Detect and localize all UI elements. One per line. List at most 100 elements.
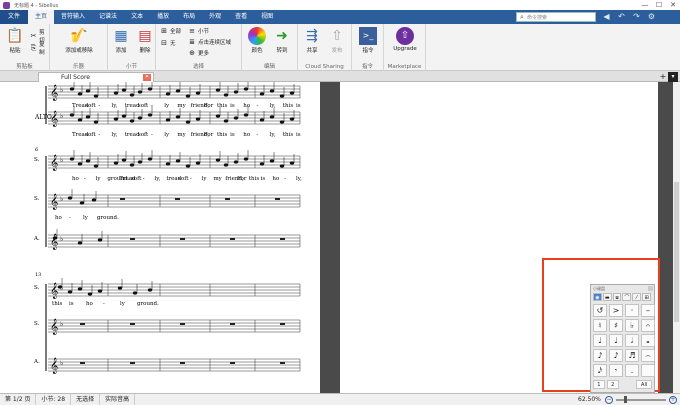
upgrade-button[interactable]: ⇧ Upgrade — [390, 27, 420, 52]
whole-rest — [80, 323, 85, 325]
note-head — [69, 113, 75, 117]
add-bar-button[interactable]: ▦ 添加 — [108, 27, 134, 54]
note-head — [129, 93, 135, 97]
tab-appearance[interactable]: 外观 — [202, 10, 228, 24]
paste-button[interactable]: 📋 粘贴 — [2, 27, 28, 54]
delete-bar-button[interactable]: ▤ 删除 — [132, 27, 158, 54]
tab-file[interactable]: 文件 — [0, 10, 29, 24]
select-passage-button[interactable]: ≣ 点击连续区域 — [188, 38, 231, 46]
keypad-tab-common[interactable]: ◉ — [593, 293, 602, 301]
lyric-syllable: ly — [202, 176, 208, 182]
tab-note-input[interactable]: 音符输入 — [54, 10, 92, 24]
keypad-key[interactable]: ♩ — [609, 334, 623, 347]
scrollbar-thumb[interactable] — [674, 182, 679, 322]
voice-1-button[interactable]: 1 — [593, 380, 605, 389]
keypad-voices: 1 2 All — [593, 380, 652, 389]
clipboard-group: 📋 粘贴 ✂ 剪切 ⎘ 复制 剪贴板 — [0, 24, 50, 71]
treble-clef: 𝄞 — [50, 155, 58, 171]
go-to-button[interactable]: ➜ 转到 — [269, 27, 295, 54]
select-none-button[interactable]: ⊟ 无 — [160, 39, 175, 47]
tab-play[interactable]: 播放 — [150, 10, 176, 24]
keypad-key[interactable]: 𝅗𝅥 — [625, 334, 639, 347]
keypad-key[interactable]: ♬ — [625, 349, 639, 362]
score-notes — [52, 82, 295, 364]
keypad-key[interactable]: ♯ — [609, 319, 623, 332]
tab-text[interactable]: 文本 — [124, 10, 150, 24]
key-signature-flat: ♭ — [60, 235, 63, 243]
keypad-key[interactable]: 𝄐 — [641, 319, 655, 332]
keypad-key[interactable]: . — [625, 364, 639, 377]
lyric-syllable: soft — [178, 176, 189, 182]
keypad-panel[interactable]: 小键盘 ◉ ▬ ⧈ ⌒ ⁄ ⊞ ↺ > · – ♮ ♯ ♭ 𝄐 ♩ ♩ 𝅗𝅥 𝅝 ♪ ♪ ♬ ⌢ 𝅘𝅥𝅯 𝄾. 1… — [590, 284, 655, 393]
keypad-key[interactable]: 𝄾 — [609, 364, 623, 377]
note-head — [215, 158, 221, 162]
score-svg: 𝄞♭𝄞♭𝄞♭𝄞♭𝄞♭𝄞♭𝄞♭𝄞♭ ALTO 6 S. S. A. 13 S. S… — [33, 82, 302, 374]
keypad-key[interactable]: 𝅘𝅥𝅯 — [593, 364, 607, 377]
keypad-tab-articulations[interactable]: ⌒ — [622, 293, 632, 301]
tab-notations[interactable]: 记谱法 — [92, 10, 124, 24]
score-page-1[interactable]: 𝄞♭𝄞♭𝄞♭𝄞♭𝄞♭𝄞♭𝄞♭𝄞♭ ALTO 6 S. S. A. 13 S. S… — [0, 82, 320, 393]
note-head — [259, 118, 265, 122]
keypad-tab-jazz[interactable]: ⁄ — [632, 293, 642, 301]
keypad-tab-beams[interactable]: ⧈ — [612, 293, 622, 301]
keypad-key[interactable]: ♪ — [593, 349, 607, 362]
keypad-close-icon[interactable] — [648, 286, 653, 291]
close-tab-icon[interactable]: ✕ — [143, 74, 151, 81]
keypad-tab-accidentals[interactable]: ⊞ — [642, 293, 651, 301]
zoom-in-icon[interactable]: + — [669, 396, 677, 404]
tab-home[interactable]: 主页 — [28, 10, 55, 24]
keypad-key[interactable]: ♮ — [593, 319, 607, 332]
close-button[interactable]: ✕ — [666, 0, 680, 10]
keypad-key[interactable]: · — [625, 304, 639, 317]
keypad-key[interactable]: ♪ — [609, 349, 623, 362]
back-icon[interactable]: ◀ — [600, 11, 613, 23]
select-all-button[interactable]: ⊞ 全部 — [160, 27, 181, 35]
zoom-slider[interactable] — [616, 396, 666, 403]
ribbon: 📋 粘贴 ✂ 剪切 ⎘ 复制 剪贴板 🎷 添加或移除 乐器 ▦ 添加 ▤ 删除 小节 — [0, 24, 680, 71]
voice-2-button[interactable]: 2 — [606, 380, 619, 389]
select-more-button[interactable]: ⊕ 更多 — [188, 49, 209, 57]
bars-group: ▦ 添加 ▤ 删除 小节 — [108, 24, 156, 71]
keypad-key[interactable] — [641, 364, 655, 377]
options-icon[interactable]: ⚙ — [645, 11, 658, 23]
keypad-key[interactable]: > — [609, 304, 623, 317]
minimize-button[interactable]: — — [638, 0, 652, 10]
keypad-key[interactable]: – — [641, 304, 655, 317]
command-search[interactable]: ⌕ 命令搜索 — [516, 12, 596, 22]
window-controls: — ☐ ✕ — [638, 0, 680, 10]
command-button[interactable]: >_ 指令 — [355, 27, 381, 54]
redo-icon[interactable]: ↷ — [630, 11, 643, 23]
lyric-syllable: - — [69, 215, 71, 221]
sibelius-window: 无标题 4 - Sibelius — ☐ ✕ 文件 主页 音符输入 记谱法 文本… — [0, 0, 680, 405]
zoom-out-icon[interactable]: − — [605, 396, 613, 404]
lyric-syllable: is — [230, 132, 235, 138]
voice-all-button[interactable]: All — [636, 380, 652, 389]
note-head — [185, 94, 191, 98]
note-head — [93, 120, 99, 124]
add-remove-instruments-button[interactable]: 🎷 添加或移除 — [60, 27, 98, 54]
keypad-tab-more-notes[interactable]: ▬ — [602, 293, 612, 301]
tab-review[interactable]: 查看 — [228, 10, 254, 24]
tab-menu-button[interactable]: ▾ — [668, 72, 678, 82]
copy-button[interactable]: ⎘ 复制 — [30, 40, 49, 56]
publish-button[interactable]: ⇧ 发布 — [324, 27, 350, 54]
keypad-key[interactable]: 𝅝 — [641, 334, 655, 347]
keypad-key[interactable]: ♭ — [625, 319, 639, 332]
tab-full-score[interactable]: Full Score ✕ — [38, 72, 154, 82]
undo-icon[interactable]: ↶ — [615, 11, 628, 23]
keypad-key[interactable]: ⌢ — [641, 349, 655, 362]
keypad-key[interactable]: ↺ — [593, 304, 607, 317]
select-bar-button[interactable]: ≡ 小节 — [188, 27, 209, 35]
add-tab-button[interactable]: + — [658, 72, 668, 81]
maximize-button[interactable]: ☐ — [652, 0, 666, 10]
upgrade-icon: ⇧ — [396, 27, 414, 45]
search-input[interactable]: 命令搜索 — [527, 14, 547, 21]
zoom-slider-knob[interactable] — [624, 396, 627, 403]
share-button[interactable]: ⇶ 共享 — [299, 27, 325, 54]
vertical-scrollbar[interactable] — [673, 82, 680, 393]
status-bar: 第 1/2 页 小节: 28 无选择 实际音高 62.50% − + — [0, 393, 680, 405]
tab-view[interactable]: 视图 — [254, 10, 280, 24]
color-button[interactable]: 颜色 — [244, 27, 270, 54]
tab-layout[interactable]: 布局 — [176, 10, 202, 24]
keypad-key[interactable]: ♩ — [593, 334, 607, 347]
